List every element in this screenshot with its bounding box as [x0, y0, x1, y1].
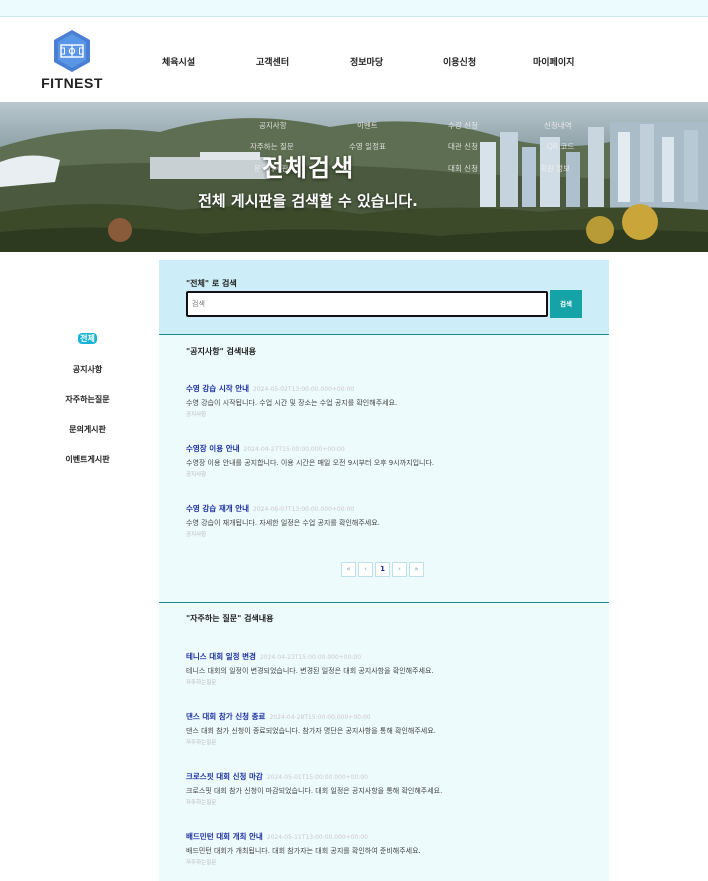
post-category: 자주하는질문	[186, 740, 217, 746]
side-item-all[interactable]: 전체	[40, 333, 135, 344]
post-title-row[interactable]: 테니스 대회 일정 변경 2024-04-23T15:00:00.000+00:0…	[186, 651, 586, 662]
section-divider	[159, 602, 609, 603]
faq-post[interactable]: 배드민턴 대회 개최 안내 2024-05-11T13:00:00.000+00:…	[186, 831, 586, 866]
logo-hex-icon	[54, 30, 90, 72]
pagination: « ‹ 1 › »	[341, 562, 424, 578]
post-date: 2024-05-02T13:00:00.000+00:00	[253, 386, 355, 393]
submenu-history[interactable]: 신청내역	[544, 120, 572, 131]
side-item-label: 전체	[78, 333, 97, 344]
post-date: 2024-05-01T15:00:00.000+00:00	[266, 774, 369, 781]
pagination-next[interactable]: ›	[392, 562, 407, 577]
post-date: 2024-05-11T13:00:00.000+00:00	[266, 834, 369, 841]
post-category: 공지사항	[186, 472, 207, 478]
nav-info[interactable]: 정보마당	[350, 55, 383, 68]
pagination-page[interactable]: 1	[375, 562, 390, 577]
side-item-inquiry[interactable]: 문의게시판	[40, 424, 135, 435]
post-body: 수영 강습이 재개됩니다. 자세한 일정은 수업 공지를 확인해주세요.	[186, 519, 380, 527]
post-title-row[interactable]: 댄스 대회 참가 신청 종료 2024-04-28T15:00:00.000+00…	[186, 711, 586, 722]
notice-post[interactable]: 수영장 이용 안내 2024-04-27T15:00:00.000+00:00 수…	[186, 443, 586, 478]
search-label: "전체" 로 검색	[186, 279, 237, 288]
side-item-event[interactable]: 이벤트게시판	[40, 454, 135, 465]
post-body: 댄스 대회 참가 신청이 종료되었습니다. 참가자 명단은 공지사항을 통해 확…	[186, 727, 436, 735]
post-category: 자주하는질문	[186, 800, 217, 806]
search-results-panel: "전체" 로 검색 검색 "공지사항" 검색내용 수영 강습 시작 안내 2024…	[159, 260, 609, 881]
search-input[interactable]	[186, 291, 548, 317]
nav-application[interactable]: 이용신청	[443, 55, 476, 68]
logo-text: FITNEST	[41, 75, 103, 91]
pagination-first[interactable]: «	[341, 562, 356, 577]
post-title-row[interactable]: 수영 강습 재개 안내 2024-06-07T13:00:00.000+00:00	[186, 503, 586, 514]
post-title[interactable]: 수영장 이용 안내	[186, 444, 240, 453]
submenu-notice[interactable]: 공지사항	[259, 120, 287, 131]
post-title[interactable]: 댄스 대회 참가 신청 종료	[186, 712, 265, 721]
post-date: 2024-06-07T13:00:00.000+00:00	[253, 506, 355, 513]
post-title-row[interactable]: 크로스핏 대회 신청 마감 2024-05-01T15:00:00.000+00:…	[186, 771, 586, 782]
post-category: 자주하는질문	[186, 680, 217, 686]
post-category: 공지사항	[186, 532, 207, 538]
faq-post[interactable]: 댄스 대회 참가 신청 종료 2024-04-28T15:00:00.000+00…	[186, 711, 586, 746]
nav-sports-facilities[interactable]: 체육시설	[162, 55, 195, 68]
post-title[interactable]: 크로스핏 대회 신청 마감	[186, 772, 263, 781]
pagination-prev[interactable]: ‹	[358, 562, 373, 577]
section-title-notice: "공지사항" 검색내용	[186, 347, 257, 356]
faq-post[interactable]: 테니스 대회 일정 변경 2024-04-23T15:00:00.000+00:0…	[186, 651, 586, 686]
faq-post[interactable]: 크로스핏 대회 신청 마감 2024-05-01T15:00:00.000+00:…	[186, 771, 586, 806]
search-box: "전체" 로 검색 검색	[159, 260, 609, 334]
nav-mypage[interactable]: 마이페이지	[533, 55, 574, 68]
post-title[interactable]: 수영 강습 시작 안내	[186, 384, 249, 393]
notice-post[interactable]: 수영 강습 재개 안내 2024-06-07T13:00:00.000+00:00…	[186, 503, 586, 538]
post-date: 2024-04-27T15:00:00.000+00:00	[243, 446, 345, 453]
section-divider	[159, 334, 609, 335]
post-title[interactable]: 테니스 대회 일정 변경	[186, 652, 256, 661]
side-item-notice[interactable]: 공지사항	[40, 364, 135, 375]
site-header: FITNEST 체육시설 고객센터 정보마당 이용신청 마이페이지	[0, 17, 708, 102]
notice-post[interactable]: 수영 강습 시작 안내 2024-05-02T13:00:00.000+00:00…	[186, 383, 586, 418]
post-body: 수영 강습이 시작됩니다. 수업 시간 및 장소는 수업 공지를 확인해주세요.	[186, 399, 398, 407]
post-title-row[interactable]: 수영장 이용 안내 2024-04-27T15:00:00.000+00:00	[186, 443, 586, 454]
submenu-class-apply[interactable]: 수강 신청	[448, 120, 478, 131]
post-category: 공지사항	[186, 412, 207, 418]
post-date: 2024-04-23T15:00:00.000+00:00	[259, 654, 362, 661]
logo[interactable]: FITNEST	[38, 29, 106, 95]
search-button[interactable]: 검색	[550, 290, 582, 318]
post-body: 크로스핏 대회 참가 신청이 마감되었습니다. 대회 일정은 공지사항을 통해 …	[186, 787, 443, 795]
side-item-faq[interactable]: 자주하는질문	[40, 394, 135, 405]
submenu-event[interactable]: 이벤트	[357, 120, 378, 131]
banner-title: 전체검색	[261, 154, 355, 182]
hero-banner: 공지사항 이벤트 수강 신청 신청내역 자주하는 질문 수영 일정표 대관 신청…	[0, 102, 708, 252]
post-date: 2024-04-28T15:00:00.000+00:00	[269, 714, 371, 721]
nav-customer-center[interactable]: 고객센터	[256, 55, 289, 68]
post-body: 테니스 대회의 일정이 변경되었습니다. 변경된 일정은 대회 공지사항을 확인…	[186, 667, 434, 675]
banner-subtitle: 전체 게시판을 검색할 수 있습니다.	[198, 192, 418, 210]
post-body: 수영장 이용 안내를 공지합니다. 이용 시간은 매일 오전 9시부터 오후 9…	[186, 459, 435, 467]
section-title-faq: "자주하는 질문" 검색내용	[186, 614, 274, 623]
post-title[interactable]: 배드민턴 대회 개최 안내	[186, 832, 263, 841]
top-strip	[0, 0, 708, 17]
post-title-row[interactable]: 수영 강습 시작 안내 2024-05-02T13:00:00.000+00:00	[186, 383, 586, 394]
pagination-last[interactable]: »	[409, 562, 424, 577]
post-title-row[interactable]: 배드민턴 대회 개최 안내 2024-05-11T13:00:00.000+00:…	[186, 831, 586, 842]
post-body: 배드민턴 대회가 개최됩니다. 대회 참가자는 대회 공지를 확인하여 준비해주…	[186, 847, 421, 855]
post-category: 자주하는질문	[186, 860, 217, 866]
post-title[interactable]: 수영 강습 재개 안내	[186, 504, 249, 513]
